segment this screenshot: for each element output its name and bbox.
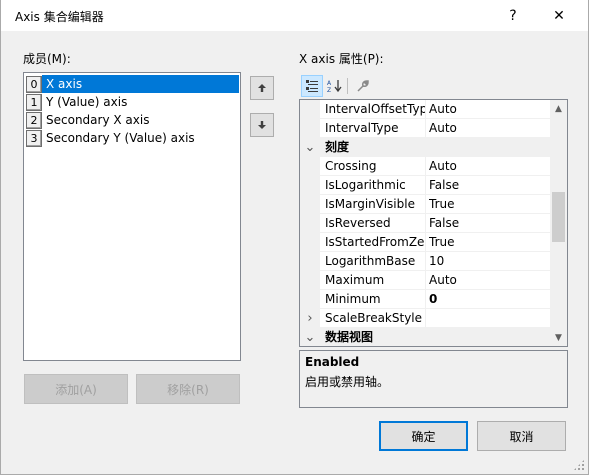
- property-row[interactable]: Maximum Auto: [300, 271, 550, 290]
- row-gutter: [300, 195, 320, 214]
- row-gutter: [300, 271, 320, 290]
- categorized-icon: [306, 80, 318, 92]
- row-gutter: [300, 157, 320, 176]
- cancel-button[interactable]: 取消: [477, 421, 566, 451]
- window-title: Axis 集合编辑器: [15, 10, 104, 24]
- property-row[interactable]: LogarithmBase 10: [300, 252, 550, 271]
- property-category-row[interactable]: ⌄ 数据视图: [300, 328, 550, 346]
- svg-text:A: A: [327, 80, 332, 87]
- description-text: 启用或禁用轴。: [305, 375, 390, 389]
- property-name: IsLogarithmic: [325, 176, 426, 195]
- property-grid-toolbar: A Z: [299, 75, 567, 97]
- close-button[interactable]: ✕: [536, 0, 582, 31]
- list-item[interactable]: 3 Secondary Y (Value) axis: [25, 129, 239, 147]
- property-row[interactable]: IntervalType Auto: [300, 119, 550, 138]
- ok-button[interactable]: 确定: [379, 421, 468, 451]
- collapse-chevron-icon[interactable]: ⌄: [300, 328, 320, 346]
- property-row[interactable]: Crossing Auto: [300, 157, 550, 176]
- properties-label: X axis 属性(P):: [299, 52, 384, 66]
- property-name: ScaleBreakStyle: [325, 309, 426, 328]
- property-row[interactable]: IsStartedFromZer True: [300, 233, 550, 252]
- list-item-index: 2: [26, 111, 42, 129]
- property-name: Maximum: [325, 271, 426, 290]
- scroll-down-icon[interactable]: ▼: [550, 329, 567, 346]
- list-item-label: Y (Value) axis: [46, 95, 128, 109]
- list-item-label: Secondary X axis: [46, 113, 150, 127]
- list-item[interactable]: 0X axis: [25, 75, 239, 93]
- list-item[interactable]: 2 Secondary X axis: [25, 111, 239, 129]
- property-name: 刻度: [325, 140, 350, 154]
- resize-grip-icon[interactable]: [573, 459, 585, 471]
- property-category-row[interactable]: ⌄ 刻度: [300, 138, 550, 157]
- property-row[interactable]: IsLogarithmic False: [300, 176, 550, 195]
- row-gutter: [300, 176, 320, 195]
- row-gutter: [300, 252, 320, 271]
- description-title: Enabled: [305, 355, 360, 369]
- move-up-button[interactable]: [250, 76, 274, 100]
- alphabetical-icon: A Z: [327, 80, 342, 93]
- alphabetical-button[interactable]: A Z: [324, 75, 346, 97]
- scroll-thumb[interactable]: [552, 192, 565, 242]
- arrow-up-icon: [258, 84, 266, 92]
- property-value[interactable]: Auto: [429, 271, 547, 290]
- members-list[interactable]: 0X axis 1 Y (Value) axis 2 Secondary X axis 3…: [23, 72, 241, 361]
- property-name: Minimum: [325, 290, 426, 309]
- row-gutter: [300, 100, 320, 119]
- property-description-panel: Enabled 启用或禁用轴。: [299, 350, 568, 408]
- property-value[interactable]: True: [429, 195, 547, 214]
- list-item-index: 3: [26, 129, 42, 147]
- wrench-icon: [357, 80, 369, 92]
- axis-collection-editor-dialog: Axis 集合编辑器 ? ✕ 成员(M): 0X axis 1 Y (Value) …: [0, 0, 589, 475]
- arrow-down-icon: [258, 121, 266, 129]
- property-name: IntervalType: [325, 119, 426, 138]
- property-grid[interactable]: IntervalOffsetTyp Auto IntervalType Auto ⌄ 刻度…: [299, 99, 568, 347]
- property-row[interactable]: IsReversed False: [300, 214, 550, 233]
- property-value[interactable]: Auto: [429, 100, 547, 119]
- property-name: IsStartedFromZer: [325, 233, 426, 252]
- collapse-chevron-icon[interactable]: ⌄: [300, 138, 320, 157]
- scroll-up-icon[interactable]: ▲: [550, 100, 567, 117]
- categorized-button[interactable]: [301, 75, 323, 97]
- property-value[interactable]: False: [429, 214, 547, 233]
- row-gutter: [300, 233, 320, 252]
- property-row[interactable]: Minimum 0: [300, 290, 550, 309]
- property-name: Crossing: [325, 157, 426, 176]
- title-bar: Axis 集合编辑器 ? ✕: [1, 0, 588, 31]
- property-value[interactable]: 0: [429, 290, 547, 309]
- expand-chevron-icon[interactable]: ›: [300, 309, 320, 328]
- property-name: LogarithmBase: [325, 252, 426, 271]
- help-button[interactable]: ?: [490, 0, 536, 31]
- list-item-label: X axis: [42, 75, 239, 93]
- property-pages-button[interactable]: [352, 75, 374, 97]
- row-gutter: [300, 214, 320, 233]
- property-row[interactable]: IntervalOffsetTyp Auto: [300, 100, 550, 119]
- property-name: IsReversed: [325, 214, 426, 233]
- property-value[interactable]: True: [429, 233, 547, 252]
- property-name: IsMarginVisible: [325, 195, 426, 214]
- property-name: IntervalOffsetTyp: [325, 100, 426, 119]
- property-row[interactable]: IsMarginVisible True: [300, 195, 550, 214]
- svg-text:Z: Z: [327, 87, 331, 93]
- list-item-index: 0: [26, 75, 42, 93]
- remove-button[interactable]: 移除(R): [136, 374, 240, 404]
- list-item-index: 1: [26, 93, 42, 111]
- property-value[interactable]: False: [429, 176, 547, 195]
- row-gutter: [300, 119, 320, 138]
- property-value[interactable]: Auto: [429, 157, 547, 176]
- add-button[interactable]: 添加(A): [24, 374, 128, 404]
- toolbar-separator: [347, 78, 348, 94]
- property-value[interactable]: Auto: [429, 119, 547, 138]
- property-grid-scrollbar[interactable]: ▲ ▼: [550, 100, 567, 346]
- members-label: 成员(M):: [23, 52, 71, 66]
- property-value[interactable]: 10: [429, 252, 547, 271]
- property-value[interactable]: [429, 309, 547, 328]
- property-row[interactable]: › ScaleBreakStyle: [300, 309, 550, 328]
- list-item-label: Secondary Y (Value) axis: [46, 131, 195, 145]
- row-gutter: [300, 290, 320, 309]
- list-item[interactable]: 1 Y (Value) axis: [25, 93, 239, 111]
- move-down-button[interactable]: [250, 113, 274, 137]
- property-name: 数据视图: [325, 330, 374, 344]
